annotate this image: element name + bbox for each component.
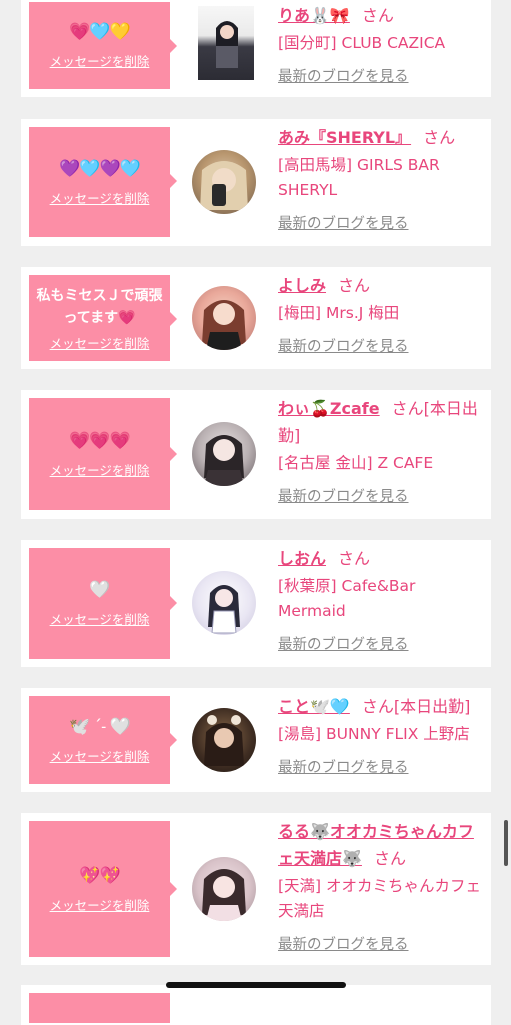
message-card: 🕊️ ˊ˗ 🤍 メッセージを削除 こと🕊️🩵 さん[本日出勤] [湯島] BUNN… xyxy=(21,688,491,792)
shop-name: [高田馬場] GIRLS BAR SHERYL xyxy=(278,156,440,199)
cast-name-link[interactable]: あみ『SHERYL』 xyxy=(278,128,411,147)
message-bubble: 🤍 メッセージを削除 xyxy=(29,548,170,659)
message-bubble: 私もミセスＪで頑張ってます💗 メッセージを削除 xyxy=(29,275,170,361)
message-emoji: 🤍 xyxy=(89,580,110,600)
shop-name: [秋葉原] Cafe&Bar Mermaid xyxy=(278,577,416,620)
cast-info: しおん さん [秋葉原] Cafe&Bar Mermaid 最新のブログを見る xyxy=(278,545,488,654)
message-card: 💖💖 メッセージを削除 るる🐺オオカミちゃんカフェ天満店🐺 さん [天満] オオカ… xyxy=(21,813,491,965)
honorific: さん xyxy=(423,128,456,147)
message-bubble: 💜🩵💜🩵 メッセージを削除 xyxy=(29,127,170,237)
message-bubble: 💗🩵💛 メッセージを削除 xyxy=(29,2,170,89)
honorific: さん xyxy=(361,6,394,25)
shop-name: [梅田] Mrs.J 梅田 xyxy=(278,304,400,322)
message-card: 💜🩵💜🩵 メッセージを削除 あみ『SHERYL』 さん [高田馬場] GIRLS … xyxy=(21,119,491,246)
avatar-image xyxy=(204,435,244,486)
message-card: 私もミセスＪで頑張ってます💗 メッセージを削除 よしみ さん [梅田] Mrs.J… xyxy=(21,267,491,369)
bubble-pointer xyxy=(170,312,177,326)
avatar-image xyxy=(204,715,244,766)
cast-name-link[interactable]: りあ🐰🎀 xyxy=(278,6,350,25)
bubble-pointer xyxy=(170,882,177,896)
latest-blog-link[interactable]: 最新のブログを見る xyxy=(278,335,409,356)
message-text: 私もミセスＪで頑張ってます💗 xyxy=(36,287,163,326)
delete-message-link[interactable]: メッセージを削除 xyxy=(50,188,150,207)
latest-blog-link[interactable]: 最新のブログを見る xyxy=(278,485,409,506)
latest-blog-link[interactable]: 最新のブログを見る xyxy=(278,933,409,954)
bubble-pointer xyxy=(170,39,177,53)
scrollbar[interactable] xyxy=(504,820,508,866)
avatar-image xyxy=(202,869,246,921)
avatar[interactable] xyxy=(192,150,256,214)
avatar[interactable] xyxy=(192,857,256,921)
avatar-image xyxy=(208,585,240,634)
message-emoji: 💗💗💗 xyxy=(69,430,131,451)
message-bubble: 🕊️ ˊ˗ 🤍 メッセージを削除 xyxy=(29,696,170,784)
delete-message-link[interactable]: メッセージを削除 xyxy=(50,609,150,628)
delete-message-link[interactable]: メッセージを削除 xyxy=(50,895,150,914)
avatar[interactable] xyxy=(192,286,256,350)
cast-info: りあ🐰🎀 さん [国分町] CLUB CAZICA 最新のブログを見る xyxy=(278,2,488,86)
shop-name: [名古屋 金山] Z CAFE xyxy=(278,454,434,472)
message-bubble xyxy=(29,993,170,1023)
bubble-pointer xyxy=(170,174,177,188)
shop-name: [湯島] BUNNY FLIX 上野店 xyxy=(278,725,470,743)
message-card: 💗🩵💛 メッセージを削除 りあ🐰🎀 さん [国分町] CLUB CAZICA 最新… xyxy=(21,0,491,97)
latest-blog-link[interactable]: 最新のブログを見る xyxy=(278,756,409,777)
cast-info: あみ『SHERYL』 さん [高田馬場] GIRLS BAR SHERYL 最新の… xyxy=(278,124,488,233)
avatar[interactable] xyxy=(192,708,256,772)
bubble-pointer xyxy=(170,733,177,747)
message-emoji: 🕊️ ˊ˗ 🤍 xyxy=(68,716,131,737)
shop-name: [国分町] CLUB CAZICA xyxy=(278,34,446,52)
message-emoji: 💖💖 xyxy=(79,865,120,886)
message-card: 🤍 メッセージを削除 しおん さん [秋葉原] Cafe&Bar Mermaid … xyxy=(21,540,491,667)
latest-blog-link[interactable]: 最新のブログを見る xyxy=(278,65,409,86)
message-card: 💗💗💗 メッセージを削除 わぃ🍒Zcafe さん[本日出勤] [名古屋 金山] Z… xyxy=(21,390,491,519)
message-emoji: 💜🩵💜🩵 xyxy=(59,158,141,179)
message-bubble: 💗💗💗 メッセージを削除 xyxy=(29,398,170,510)
honorific: さん xyxy=(391,399,424,418)
latest-blog-link[interactable]: 最新のブログを見る xyxy=(278,633,409,654)
cast-info: こと🕊️🩵 さん[本日出勤] [湯島] BUNNY FLIX 上野店 最新のブログ… xyxy=(278,693,488,777)
delete-message-link[interactable]: メッセージを削除 xyxy=(50,51,150,70)
honorific: さん xyxy=(338,276,371,295)
avatar[interactable] xyxy=(192,571,256,635)
cast-name-link[interactable]: よしみ xyxy=(278,276,326,295)
honorific: さん xyxy=(373,849,406,868)
message-card xyxy=(21,985,491,1025)
status-text: [本日出勤] xyxy=(393,697,471,716)
delete-message-link[interactable]: メッセージを削除 xyxy=(50,333,150,352)
home-indicator[interactable] xyxy=(166,982,346,988)
cast-info: わぃ🍒Zcafe さん[本日出勤] [名古屋 金山] Z CAFE 最新のブログを… xyxy=(278,395,488,506)
avatar-image xyxy=(202,300,246,350)
cast-name-link[interactable]: わぃ🍒Zcafe xyxy=(278,399,380,418)
latest-blog-link[interactable]: 最新のブログを見る xyxy=(278,212,409,233)
bubble-pointer xyxy=(170,447,177,461)
bubble-pointer xyxy=(170,596,177,610)
delete-message-link[interactable]: メッセージを削除 xyxy=(50,746,150,765)
avatar-image xyxy=(216,21,238,68)
honorific: さん xyxy=(338,549,371,568)
message-bubble: 💖💖 メッセージを削除 xyxy=(29,821,170,957)
delete-message-link[interactable]: メッセージを削除 xyxy=(50,460,150,479)
cast-name-link[interactable]: しおん xyxy=(278,549,326,568)
cast-info: よしみ さん [梅田] Mrs.J 梅田 最新のブログを見る xyxy=(278,272,488,356)
cast-name-link[interactable]: こと🕊️🩵 xyxy=(278,697,350,716)
honorific: さん xyxy=(361,697,394,716)
shop-name: [天満] オオカミちゃんカフェ天満店 xyxy=(278,877,482,920)
avatar[interactable] xyxy=(192,422,256,486)
avatar[interactable] xyxy=(198,6,254,80)
cast-info: るる🐺オオカミちゃんカフェ天満店🐺 さん [天満] オオカミちゃんカフェ天満店 最… xyxy=(278,818,488,954)
message-emoji: 💗🩵💛 xyxy=(69,22,131,42)
avatar-image xyxy=(200,161,248,210)
